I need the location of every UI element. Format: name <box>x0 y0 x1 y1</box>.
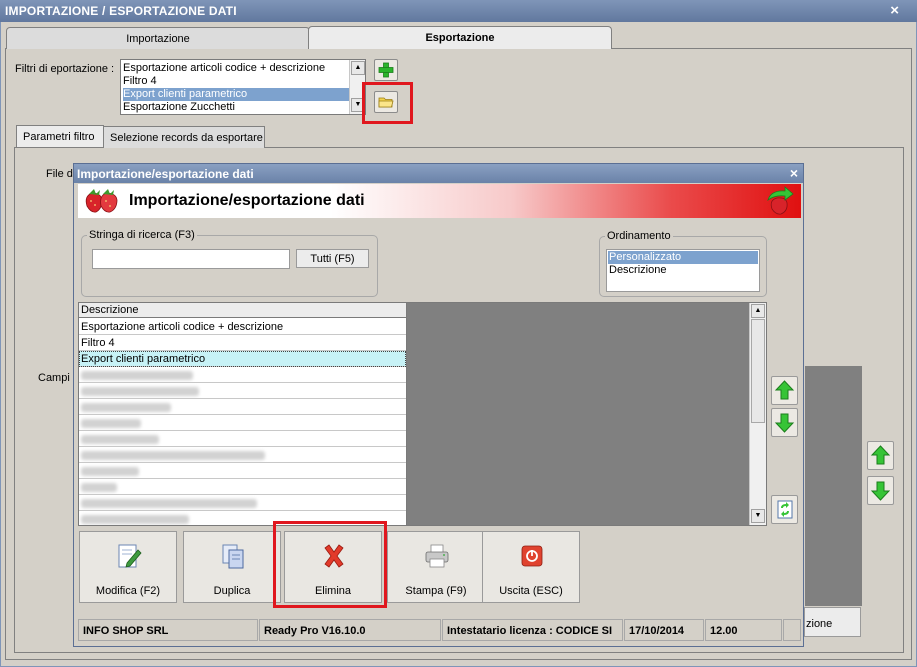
table-row[interactable]: Filtro 4 <box>79 335 406 351</box>
campi-panel <box>805 366 862 606</box>
strawberry-logo-icon <box>85 189 118 213</box>
filters-list-item[interactable]: Esportazione articoli codice + descrizio… <box>123 62 325 75</box>
folder-icon <box>378 97 394 108</box>
tutti-button[interactable]: Tutti (F5) <box>296 249 369 268</box>
zione-button-label: zione <box>806 618 833 630</box>
table-row-blurred[interactable] <box>79 367 406 383</box>
arrow-up-icon <box>774 380 795 400</box>
filters-list-item[interactable]: Esportazione Zucchetti <box>123 101 235 114</box>
uscita-button[interactable]: Uscita (ESC) <box>482 531 580 603</box>
dialog-move-up-button[interactable] <box>771 376 798 405</box>
printer-icon <box>425 544 449 568</box>
grid-scrollbar[interactable]: ▲ ▼ <box>749 303 766 525</box>
main-window-close-button[interactable]: × <box>890 2 899 19</box>
stampa-button-label: Stampa (F9) <box>405 585 467 597</box>
duplicate-document-icon <box>222 544 244 569</box>
tab-esportazione[interactable]: Esportazione <box>308 26 612 49</box>
main-window-title: IMPORTAZIONE / ESPORTAZIONE DATI <box>5 4 237 18</box>
scroll-down-arrow-icon[interactable]: ▼ <box>751 509 765 523</box>
tab-parametri-filtro-label: Parametri filtro <box>23 131 95 143</box>
grid-scroll-thumb[interactable] <box>751 319 765 423</box>
ordering-option[interactable]: Descrizione <box>608 264 758 277</box>
filters-list-item[interactable]: Filtro 4 <box>123 75 157 88</box>
arrow-up-icon <box>870 445 891 465</box>
table-row-blurred[interactable] <box>79 431 406 447</box>
search-input[interactable] <box>92 249 290 269</box>
stampa-button[interactable]: Stampa (F9) <box>387 531 485 603</box>
ordering-listbox[interactable]: Personalizzato Descrizione <box>606 249 760 292</box>
grid-rows-area: Descrizione Esportazione articoli codice… <box>79 303 407 525</box>
tab-esportazione-label: Esportazione <box>425 32 495 44</box>
status-date: 17/10/2014 <box>624 619 704 641</box>
duplica-button-label: Duplica <box>213 585 251 597</box>
scroll-up-arrow-icon[interactable]: ▲ <box>351 61 365 75</box>
ordering-group: Ordinamento Personalizzato Descrizione <box>599 230 767 297</box>
action-toolbar: Modifica (F2) Duplica Elimina Stampa (F9… <box>78 529 801 614</box>
table-row-blurred[interactable] <box>79 495 406 511</box>
exit-strawberry-icon[interactable] <box>763 186 797 216</box>
edit-pencil-icon <box>118 544 142 568</box>
arrow-down-icon <box>774 413 795 433</box>
open-filter-button[interactable] <box>374 91 398 113</box>
file-label: File d <box>46 168 73 180</box>
status-company: INFO SHOP SRL <box>78 619 258 641</box>
table-row-blurred[interactable] <box>79 399 406 415</box>
refresh-document-icon <box>777 500 793 519</box>
dialog-move-down-button[interactable] <box>771 408 798 437</box>
ordering-option-selected[interactable]: Personalizzato <box>608 251 758 264</box>
grid-column-header[interactable]: Descrizione <box>79 303 406 318</box>
dialog-statusbar: INFO SHOP SRL Ready Pro V16.10.0 Intesta… <box>78 619 801 643</box>
dialog-title: Importazione/esportazione dati <box>77 167 254 181</box>
table-row[interactable]: Esportazione articoli codice + descrizio… <box>79 319 406 335</box>
table-row-blurred[interactable] <box>79 447 406 463</box>
table-row-blurred[interactable] <box>79 415 406 431</box>
main-move-up-button[interactable] <box>867 441 894 470</box>
status-license: Intestatario licenza : CODICE SI <box>442 619 623 641</box>
table-row-blurred[interactable] <box>79 463 406 479</box>
scroll-up-arrow-icon[interactable]: ▲ <box>751 304 765 318</box>
zione-button[interactable]: zione <box>804 607 861 637</box>
filters-list-item-selected[interactable]: Export clienti parametrico <box>123 88 350 101</box>
dialog-titlebar: Importazione/esportazione dati <box>74 164 803 183</box>
table-row-blurred[interactable] <box>79 479 406 495</box>
table-row-blurred[interactable] <box>79 383 406 399</box>
resize-grip-icon[interactable] <box>783 619 801 641</box>
campi-label: Campi : <box>38 372 76 384</box>
import-export-dialog: Importazione/esportazione dati × Importa… <box>73 163 804 647</box>
search-group: Stringa di ricerca (F3) Tutti (F5) <box>81 229 378 297</box>
power-exit-icon <box>521 545 543 567</box>
table-row-selected[interactable]: Export clienti parametrico <box>79 351 406 367</box>
modifica-button-label: Modifica (F2) <box>95 585 161 597</box>
dialog-close-button[interactable]: × <box>790 165 798 181</box>
tutti-button-label: Tutti (F5) <box>310 253 355 265</box>
main-window-titlebar: IMPORTAZIONE / ESPORTAZIONE DATI <box>0 0 917 22</box>
tab-parametri-filtro[interactable]: Parametri filtro <box>16 125 104 147</box>
arrow-down-icon <box>870 481 891 501</box>
modifica-button[interactable]: Modifica (F2) <box>79 531 177 603</box>
uscita-button-label: Uscita (ESC) <box>499 585 563 597</box>
main-move-down-button[interactable] <box>867 476 894 505</box>
tab-selezione-records[interactable]: Selezione records da esportare <box>103 126 265 148</box>
banner-title: Importazione/esportazione dati <box>129 192 365 209</box>
plus-icon <box>378 62 394 78</box>
dialog-refresh-button[interactable] <box>771 495 798 524</box>
highlight-frame-elimina <box>273 521 387 608</box>
tab-importazione-label: Importazione <box>126 33 190 45</box>
search-legend: Stringa di ricerca (F3) <box>87 229 197 241</box>
filters-label: Filtri di eportazione : <box>15 63 115 75</box>
tab-importazione[interactable]: Importazione <box>6 27 310 49</box>
dialog-banner: Importazione/esportazione dati <box>78 184 801 218</box>
add-filter-button[interactable] <box>374 59 398 81</box>
grid-empty-area <box>407 303 749 525</box>
tab-selezione-records-label: Selezione records da esportare <box>110 132 263 144</box>
status-time: 12.00 <box>705 619 782 641</box>
duplica-button[interactable]: Duplica <box>183 531 281 603</box>
filters-listbox[interactable]: Esportazione articoli codice + descrizio… <box>120 59 366 115</box>
ordering-legend: Ordinamento <box>605 230 673 242</box>
status-version: Ready Pro V16.10.0 <box>259 619 441 641</box>
filters-grid: Descrizione Esportazione articoli codice… <box>78 302 767 526</box>
